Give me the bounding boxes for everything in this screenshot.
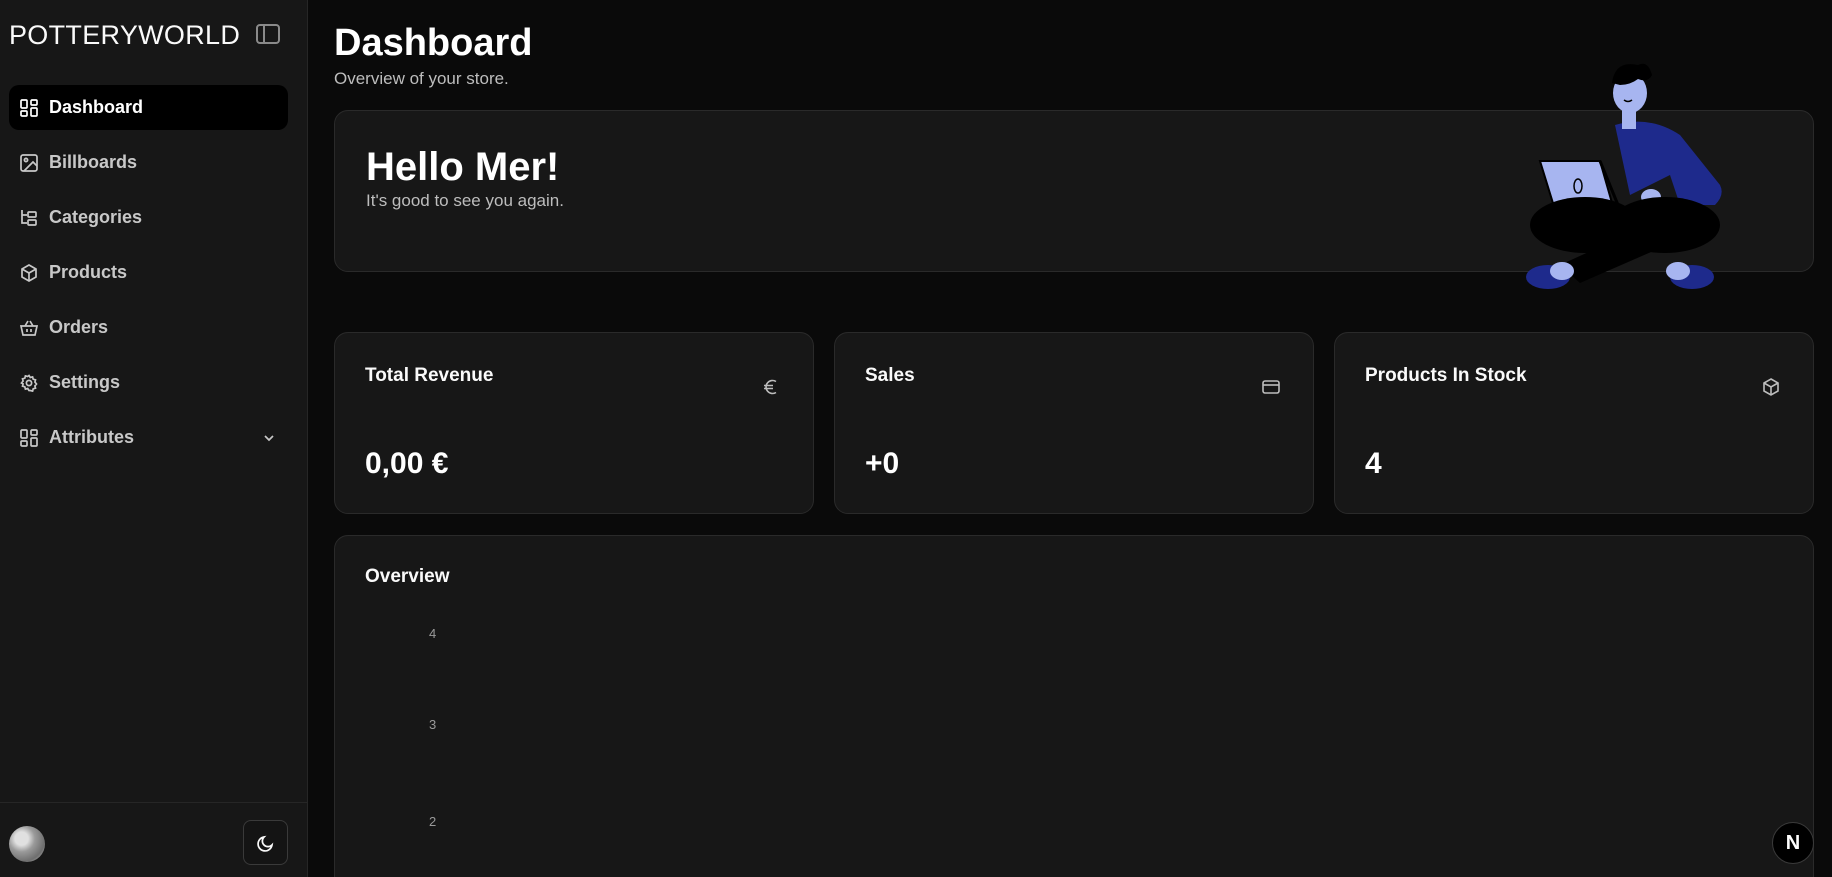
sidebar-item-label: Categories bbox=[49, 207, 143, 227]
theme-toggle-button[interactable] bbox=[243, 820, 288, 865]
sidebar-item-settings[interactable]: Settings bbox=[9, 360, 288, 405]
sidebar-item-orders[interactable]: Orders bbox=[9, 305, 288, 350]
person-with-laptop-illustration bbox=[1526, 63, 1722, 289]
sidebar-toggle-icon[interactable] bbox=[256, 24, 280, 44]
image-icon bbox=[20, 154, 38, 172]
y-axis-tick-label: 3 bbox=[429, 717, 437, 732]
stat-card-total-revenue: Total Revenue 0,00 € bbox=[334, 332, 814, 514]
stat-value: 4 bbox=[1365, 447, 1382, 480]
layout-dashboard-icon bbox=[20, 99, 38, 117]
y-axis-tick-label: 2 bbox=[429, 814, 437, 829]
overview-title: Overview bbox=[365, 566, 450, 587]
avatar[interactable] bbox=[9, 826, 45, 862]
package-icon bbox=[1763, 378, 1779, 396]
overview-card: Overview 4 3 2 bbox=[334, 535, 1814, 877]
folder-tree-icon bbox=[21, 210, 37, 226]
sidebar-item-billboards[interactable]: Billboards bbox=[9, 140, 288, 185]
greeting-title: Hello Mer! bbox=[366, 145, 560, 189]
gear-icon bbox=[20, 374, 38, 392]
nextjs-dev-badge[interactable]: N bbox=[1772, 822, 1814, 864]
sidebar-item-products[interactable]: Products bbox=[9, 250, 288, 295]
sidebar-item-attributes[interactable]: Attributes bbox=[9, 415, 288, 460]
stat-card-sales: Sales +0 bbox=[834, 332, 1314, 514]
sidebar-item-label: Products bbox=[49, 262, 128, 282]
stat-title: Sales bbox=[865, 365, 915, 386]
stat-value: 0,00 € bbox=[365, 447, 449, 480]
page-subtitle: Overview of your store. bbox=[334, 69, 509, 88]
stat-card-products-in-stock: Products In Stock 4 bbox=[1334, 332, 1814, 514]
chevron-down-icon[interactable] bbox=[262, 431, 276, 445]
sidebar-item-dashboard[interactable]: Dashboard bbox=[9, 85, 288, 130]
sidebar-item-label: Settings bbox=[49, 372, 121, 392]
sidebar-nav: Dashboard Billboards Categories Products… bbox=[9, 85, 288, 470]
brand-logo-text[interactable]: POTTERYWORLD bbox=[9, 20, 240, 51]
package-icon bbox=[21, 264, 37, 282]
layout-dashboard-icon bbox=[20, 429, 38, 447]
y-axis-tick-label: 4 bbox=[429, 626, 437, 641]
moon-icon bbox=[256, 835, 273, 852]
sidebar-item-label: Dashboard bbox=[49, 97, 144, 117]
sidebar-item-label: Orders bbox=[49, 317, 109, 337]
sidebar: POTTERYWORLD Dashboard Billboards Catego… bbox=[0, 0, 308, 877]
sidebar-item-label: Billboards bbox=[49, 152, 138, 172]
stat-value: +0 bbox=[865, 447, 900, 480]
greeting-subtitle: It's good to see you again. bbox=[366, 191, 564, 210]
stat-title: Products In Stock bbox=[1365, 365, 1527, 386]
sidebar-footer bbox=[0, 802, 308, 877]
shopping-basket-icon bbox=[20, 320, 38, 336]
badge-label: N bbox=[1785, 831, 1801, 854]
euro-icon bbox=[764, 379, 777, 395]
sidebar-item-label: Attributes bbox=[49, 427, 134, 447]
stat-title: Total Revenue bbox=[365, 365, 494, 386]
sidebar-item-categories[interactable]: Categories bbox=[9, 195, 288, 240]
page-title: Dashboard bbox=[334, 22, 533, 64]
credit-card-icon bbox=[1262, 380, 1280, 394]
